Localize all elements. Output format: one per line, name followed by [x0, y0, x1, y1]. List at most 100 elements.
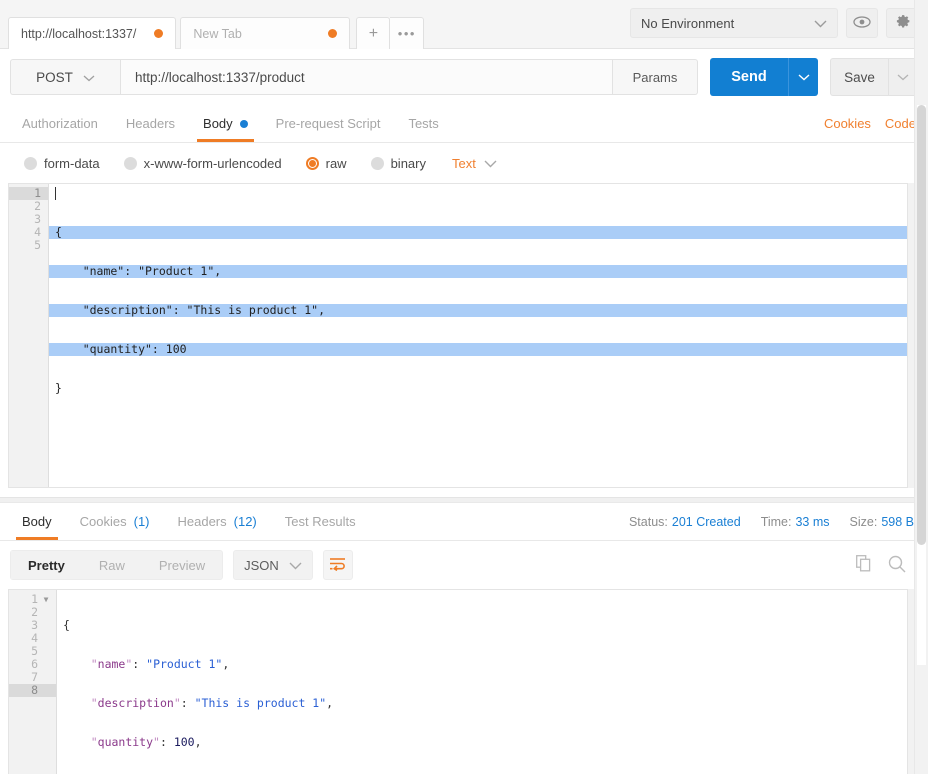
code-line: }: [49, 382, 907, 395]
chevron-down-icon: [289, 558, 302, 573]
code-line: {: [57, 619, 907, 632]
size-value: 598 B: [881, 515, 914, 529]
environment-select[interactable]: No Environment: [630, 8, 838, 38]
save-button[interactable]: Save: [830, 58, 888, 96]
word-wrap-button[interactable]: [323, 550, 353, 580]
response-body-editor[interactable]: 1 2 3 4 5 6 7 8 ▼ { "name": "Product 1",…: [8, 589, 908, 774]
response-tab-cookies-count: (1): [134, 514, 150, 529]
tab-tests[interactable]: Tests: [394, 105, 452, 142]
response-tab-headers-count: (12): [234, 514, 257, 529]
json-value: "Product 1": [146, 657, 222, 671]
radio-icon: [124, 157, 137, 170]
tab-options-button[interactable]: •••: [390, 17, 424, 49]
tab-body[interactable]: Body: [189, 105, 262, 142]
code-line: "name": "Product 1",: [57, 658, 907, 671]
response-tab-body[interactable]: Body: [8, 503, 66, 540]
response-section-tabs: Body Cookies (1) Headers (12) Test Resul…: [0, 503, 928, 541]
copy-button[interactable]: [856, 555, 872, 575]
tab-authorization-label: Authorization: [22, 116, 98, 131]
text-caret: [55, 187, 56, 200]
line-number: 2: [9, 200, 48, 213]
http-method-select[interactable]: POST: [10, 59, 120, 95]
tab-pre-request-script-label: Pre-request Script: [276, 116, 381, 131]
request-url-value: http://localhost:1337/product: [135, 70, 305, 85]
code-line: {: [49, 226, 907, 239]
chevron-down-icon: [484, 156, 497, 171]
radio-selected-icon: [306, 157, 319, 170]
postman-window: http://localhost:1337/ New Tab + ••• No …: [0, 0, 928, 774]
window-top-bar: http://localhost:1337/ New Tab + ••• No …: [0, 0, 928, 49]
request-section-tabs: Authorization Headers Body Pre-request S…: [0, 105, 928, 143]
time-value: 33 ms: [795, 515, 829, 529]
gear-icon: [894, 13, 911, 33]
tab-authorization[interactable]: Authorization: [8, 105, 112, 142]
response-language-select[interactable]: JSON: [233, 550, 313, 580]
new-tab-button[interactable]: +: [356, 17, 390, 49]
request-body-editor[interactable]: 1 2 3 4 5 { "name": "Product 1", "descri…: [8, 183, 908, 488]
response-tab-headers[interactable]: Headers (12): [164, 503, 271, 540]
view-mode-preview[interactable]: Preview: [142, 551, 222, 579]
view-mode-raw[interactable]: Raw: [82, 551, 142, 579]
response-tab-body-label: Body: [22, 514, 52, 529]
code-link[interactable]: Code: [885, 116, 916, 131]
vertical-scrollbar-thumb[interactable]: [917, 105, 926, 545]
body-present-dot-icon: [240, 120, 248, 128]
chevron-down-icon: [814, 16, 827, 31]
body-type-form-data-label: form-data: [44, 156, 100, 171]
body-type-raw[interactable]: raw: [296, 156, 357, 171]
send-button[interactable]: Send: [710, 58, 788, 96]
status-value: 201 Created: [672, 515, 741, 529]
size-label: Size:: [850, 515, 878, 529]
response-language-value: JSON: [244, 558, 279, 573]
unsaved-dot-icon: [154, 29, 163, 38]
radio-icon: [24, 157, 37, 170]
code-line: "description": "This is product 1",: [57, 697, 907, 710]
line-number: 8: [9, 684, 56, 697]
json-value: 100: [174, 735, 195, 749]
tab-body-label: Body: [203, 116, 233, 131]
chevron-down-icon: [83, 70, 95, 85]
time-indicator: Time:33 ms: [761, 515, 830, 529]
send-options-button[interactable]: [788, 58, 818, 96]
request-url-input[interactable]: http://localhost:1337/product: [120, 59, 613, 95]
body-type-binary[interactable]: binary: [361, 156, 436, 171]
body-type-form-data[interactable]: form-data: [14, 156, 110, 171]
request-url-row: POST http://localhost:1337/product Param…: [0, 49, 928, 105]
window-tab-1[interactable]: New Tab: [180, 17, 350, 49]
tab-headers[interactable]: Headers: [112, 105, 189, 142]
response-tab-test-results[interactable]: Test Results: [271, 503, 370, 540]
copy-icon: [856, 560, 872, 575]
response-tab-cookies[interactable]: Cookies (1): [66, 503, 164, 540]
word-wrap-icon: [329, 557, 346, 574]
params-button[interactable]: Params: [613, 59, 698, 95]
status-label: Status:: [629, 515, 668, 529]
json-brace: {: [63, 618, 70, 632]
cookies-link[interactable]: Cookies: [824, 116, 871, 131]
code-line: "quantity": 100: [49, 343, 907, 356]
code-line: "quantity": 100,: [57, 736, 907, 749]
json-comma: ,: [326, 696, 333, 710]
eye-icon: [853, 16, 871, 31]
body-type-urlencoded[interactable]: x-www-form-urlencoded: [114, 156, 292, 171]
fold-triangle-icon[interactable]: ▼: [41, 593, 51, 606]
search-button[interactable]: [888, 555, 906, 576]
window-tab-1-label: New Tab: [193, 27, 241, 41]
tab-pre-request-script[interactable]: Pre-request Script: [262, 105, 395, 142]
send-button-group: Send: [710, 58, 818, 96]
response-editor-code[interactable]: { "name": "Product 1", "description": "T…: [57, 590, 907, 774]
line-number: 5: [9, 239, 48, 252]
view-mode-pretty[interactable]: Pretty: [11, 551, 82, 579]
body-type-urlencoded-label: x-www-form-urlencoded: [144, 156, 282, 171]
environment-quick-look-button[interactable]: [846, 8, 878, 38]
line-number: 1: [9, 187, 48, 200]
tab-tests-label: Tests: [408, 116, 438, 131]
json-comma: ,: [222, 657, 229, 671]
window-tab-0[interactable]: http://localhost:1337/: [8, 17, 176, 49]
response-meta: Status: 201 Created Time:33 ms Size:598 B: [629, 515, 928, 529]
response-view-mode-group: Pretty Raw Preview: [10, 550, 223, 580]
response-editor-gutter: 1 2 3 4 5 6 7 8 ▼: [9, 590, 57, 774]
request-editor-code[interactable]: { "name": "Product 1", "description": "T…: [49, 184, 907, 487]
save-button-group: Save: [830, 58, 918, 96]
line-number: 4: [9, 226, 48, 239]
raw-format-select[interactable]: Text: [452, 156, 497, 171]
